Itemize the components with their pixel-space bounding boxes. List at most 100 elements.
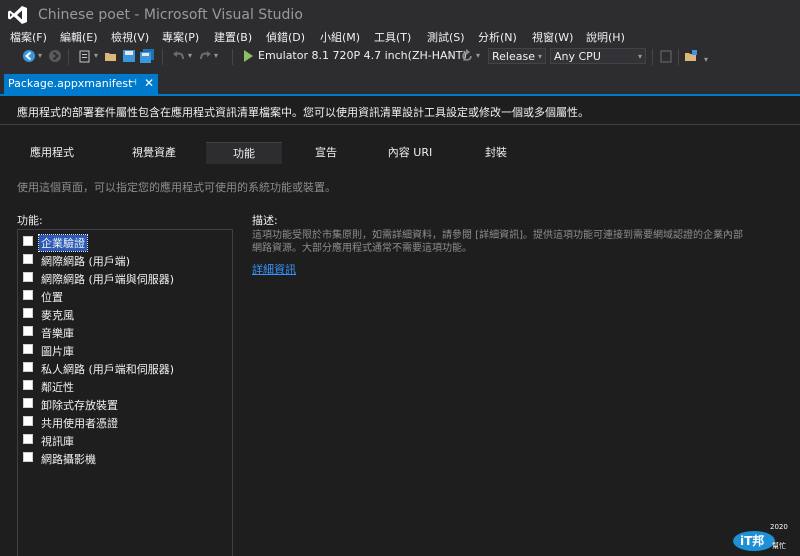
menu-edit[interactable]: 編輯(E) (60, 29, 98, 45)
capability-label: 音樂庫 (41, 327, 74, 340)
capability-microphone[interactable]: 麥克風 (21, 305, 229, 322)
checkbox[interactable] (23, 236, 33, 246)
manifest-designer: 應用程式的部署套件屬性包含在應用程式資訊清單檔案中。您可以使用資訊清單設計工具設… (0, 96, 800, 556)
open-folder-icon[interactable] (104, 49, 118, 63)
configuration-select[interactable]: Release ▾ (488, 48, 546, 64)
capability-webcam[interactable]: 網路攝影機 (21, 449, 229, 466)
watermark-brand-sub: 幫忙 (772, 541, 786, 550)
designer-intro-text: 應用程式的部署套件屬性包含在應用程式資訊清單檔案中。您可以使用資訊清單設計工具設… (17, 106, 589, 119)
tab-declarations[interactable]: 宣告 (288, 142, 364, 163)
tab-capabilities[interactable]: 功能 (206, 142, 282, 164)
capability-label: 位置 (41, 291, 63, 304)
new-dropdown-icon[interactable]: ▾ (94, 51, 98, 60)
find-in-files-icon[interactable] (659, 49, 673, 63)
tab-packaging[interactable]: 封裝 (458, 142, 534, 163)
redo-dropdown-icon[interactable]: ▾ (214, 51, 218, 60)
redo-icon[interactable] (198, 49, 212, 63)
navigate-back-icon[interactable] (22, 49, 36, 63)
document-tab-package-appxmanifest[interactable]: Package.appxmanifest ⊣ ✕ (4, 74, 158, 94)
watermark-brand: iT邦 (740, 533, 764, 548)
capability-private-network[interactable]: 私人網路 (用戶端和伺服器) (21, 359, 229, 376)
menu-help[interactable]: 說明(H) (586, 29, 625, 45)
capability-proximity[interactable]: 鄰近性 (21, 377, 229, 394)
menu-build[interactable]: 建置(B) (214, 29, 252, 45)
toolbar-separator (678, 49, 679, 65)
chevron-down-icon: ▾ (537, 52, 542, 61)
save-all-icon[interactable] (140, 49, 154, 63)
capability-label: 麥克風 (41, 309, 74, 322)
more-info-link[interactable]: 詳細資訊 (252, 261, 296, 277)
checkbox[interactable] (23, 344, 33, 354)
capability-label: 鄰近性 (41, 381, 74, 394)
menu-analyze[interactable]: 分析(N) (478, 29, 517, 45)
menu-team[interactable]: 小組(M) (320, 29, 360, 45)
refresh-icon[interactable] (460, 49, 474, 63)
save-icon[interactable] (122, 49, 136, 63)
toolbar-separator (232, 49, 233, 65)
capability-label: 網際網路 (用戶端與伺服器) (41, 273, 175, 286)
new-project-icon[interactable] (78, 49, 92, 63)
capability-videos-library[interactable]: 視訊庫 (21, 431, 229, 448)
run-target-dropdown-icon[interactable]: ▾ (448, 51, 452, 60)
undo-icon[interactable] (172, 49, 186, 63)
capability-shared-user-certificates[interactable]: 共用使用者憑證 (21, 413, 229, 430)
run-target-selector[interactable]: Emulator 8.1 720P 4.7 inch(ZH-HANT) (258, 49, 467, 62)
menu-file[interactable]: 檔案(F) (10, 29, 47, 45)
capability-internet-client[interactable]: 網際網路 (用戶端) (21, 251, 229, 268)
menu-window[interactable]: 視窗(W) (532, 29, 573, 45)
checkbox[interactable] (23, 272, 33, 282)
refresh-dropdown-icon[interactable]: ▾ (476, 51, 480, 60)
toolbar-options-icon[interactable]: ▾ (704, 55, 708, 64)
tab-visual-assets[interactable]: 視覺資產 (106, 142, 202, 163)
undo-dropdown-icon[interactable]: ▾ (188, 51, 192, 60)
capability-location[interactable]: 位置 (21, 287, 229, 304)
header-divider (0, 124, 800, 125)
close-icon[interactable]: ✕ (144, 76, 154, 90)
capabilities-page-hint: 使用這個頁面，可以指定您的應用程式可使用的系統功能或裝置。 (17, 181, 336, 194)
tab-application[interactable]: 應用程式 (4, 142, 100, 163)
toolbar-separator (162, 49, 163, 65)
tab-content-uris[interactable]: 內容 URI (368, 142, 452, 163)
capabilities-list: 企業驗證 網際網路 (用戶端) 網際網路 (用戶端與伺服器) 位置 麥克風 音樂… (17, 229, 233, 556)
checkbox[interactable] (23, 416, 33, 426)
capability-label: 網路攝影機 (41, 453, 96, 466)
platform-value: Any CPU (554, 50, 601, 63)
menu-test[interactable]: 測試(S) (427, 29, 465, 45)
checkbox[interactable] (23, 254, 33, 264)
checkbox[interactable] (23, 452, 33, 462)
menu-view[interactable]: 檢視(V) (111, 29, 149, 45)
capability-description: 這項功能受限於市集原則，如需詳細資料，請參閱 [詳細資訊]。提供這項功能可連接到… (252, 230, 743, 254)
checkbox[interactable] (23, 380, 33, 390)
capability-removable-storage[interactable]: 卸除式存放裝置 (21, 395, 229, 412)
checkbox[interactable] (23, 326, 33, 336)
start-debugging-icon[interactable] (244, 50, 253, 62)
checkbox[interactable] (23, 398, 33, 408)
capability-label: 視訊庫 (41, 435, 74, 448)
menu-bar: 檔案(F) 編輯(E) 檢視(V) 專案(P) 建置(B) 偵錯(D) 小組(M… (0, 28, 800, 46)
menu-tools[interactable]: 工具(T) (374, 29, 411, 45)
capability-music-library[interactable]: 音樂庫 (21, 323, 229, 340)
visual-studio-logo-icon (8, 6, 27, 24)
navigate-forward-icon[interactable] (48, 49, 62, 63)
solution-explorer-icon[interactable] (684, 49, 698, 63)
window-title: Chinese poet - Microsoft Visual Studio (38, 7, 303, 23)
pin-icon[interactable]: ⊣ (129, 78, 137, 88)
standard-toolbar: ▾ ▾ ▾ ▾ Emulator 8.1 720P 4.7 inch(ZH-HA… (0, 46, 800, 68)
capability-internet-client-server[interactable]: 網際網路 (用戶端與伺服器) (21, 269, 229, 286)
checkbox[interactable] (23, 308, 33, 318)
menu-debug[interactable]: 偵錯(D) (266, 29, 305, 45)
back-dropdown-icon[interactable]: ▾ (38, 51, 42, 60)
checkbox[interactable] (23, 362, 33, 372)
document-tab-label: Package.appxmanifest (8, 77, 133, 90)
menu-project[interactable]: 專案(P) (162, 29, 199, 45)
checkbox[interactable] (23, 434, 33, 444)
platform-select[interactable]: Any CPU ▾ (550, 48, 646, 64)
capability-pictures-library[interactable]: 圖片庫 (21, 341, 229, 358)
checkbox[interactable] (23, 290, 33, 300)
toolbar-separator (68, 49, 69, 65)
watermark-badge: 2020 (770, 523, 788, 531)
title-bar: Chinese poet - Microsoft Visual Studio (0, 0, 800, 28)
capability-enterprise-authentication[interactable]: 企業驗證 (21, 233, 229, 252)
configuration-value: Release (492, 50, 535, 63)
toolbar-separator (652, 49, 653, 65)
